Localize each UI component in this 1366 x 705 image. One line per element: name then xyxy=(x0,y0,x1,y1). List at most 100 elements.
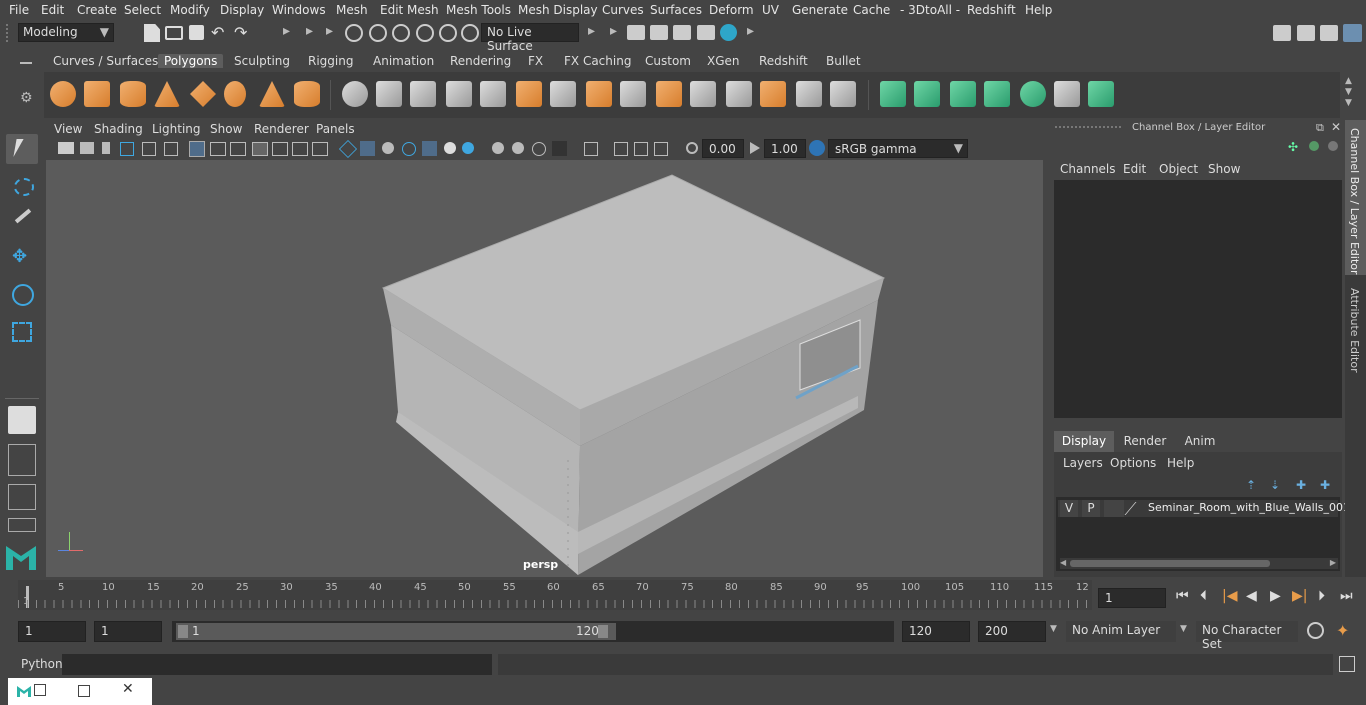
snap-curve-icon[interactable] xyxy=(369,24,387,42)
step-back-icon[interactable]: ⏴ xyxy=(1200,588,1207,604)
grease-pencil-icon[interactable] xyxy=(142,142,156,156)
2d-pan-icon[interactable] xyxy=(164,142,178,156)
snap-grid-icon[interactable] xyxy=(345,24,363,42)
playback-end-field[interactable]: 120 xyxy=(902,621,970,642)
expand-icon[interactable]: ▸ xyxy=(326,23,333,39)
menu-deform[interactable]: Deform xyxy=(709,3,754,17)
tool-settings-icon[interactable] xyxy=(1320,25,1338,41)
snap-surface-icon[interactable] xyxy=(439,24,457,42)
menu-surfaces[interactable]: Surfaces xyxy=(650,3,702,17)
checker-icon[interactable] xyxy=(1054,81,1080,107)
vp-menu-view[interactable]: View xyxy=(54,122,82,136)
vp-menu-renderer[interactable]: Renderer xyxy=(254,122,309,136)
tab-polygons[interactable]: Polygons xyxy=(158,54,224,68)
channel-box-toggle-icon[interactable] xyxy=(1343,24,1362,42)
extrude-icon[interactable] xyxy=(516,81,542,107)
shelf-scroll-icon[interactable]: ▲ ▼ ▼ xyxy=(1345,76,1352,109)
smooth-icon[interactable] xyxy=(446,81,472,107)
side-tab-attribute-editor[interactable]: Attribute Editor xyxy=(1345,280,1366,380)
save-scene-icon[interactable] xyxy=(189,25,204,40)
layout-outliner-icon[interactable] xyxy=(8,518,36,532)
vp-menu-lighting[interactable]: Lighting xyxy=(152,122,201,136)
menu-3dtoall[interactable]: - 3DtoAll - xyxy=(900,3,960,17)
tab-redshift[interactable]: Redshift xyxy=(759,54,808,68)
menu-mesh-display[interactable]: Mesh Display xyxy=(518,3,598,17)
render-settings-icon[interactable] xyxy=(697,25,715,40)
duplicate-face-icon[interactable] xyxy=(830,81,856,107)
open-scene-icon[interactable] xyxy=(165,26,183,40)
menu-modify[interactable]: Modify xyxy=(170,3,210,17)
script-language-label[interactable]: Python xyxy=(21,657,63,671)
move-tool-icon[interactable]: ✥ xyxy=(6,244,38,274)
mode-dropdown[interactable]: Modeling ▼ xyxy=(18,23,114,42)
rotate-tool-icon[interactable] xyxy=(6,280,38,310)
unfold-icon[interactable] xyxy=(1020,81,1046,107)
layer-menu-options[interactable]: Options xyxy=(1110,456,1156,470)
colorspace-dropdown[interactable]: sRGB gamma ▼ xyxy=(828,139,968,158)
range-start-handle[interactable] xyxy=(178,625,188,638)
viewport-canvas[interactable]: persp xyxy=(46,160,1043,577)
xray-joints-icon[interactable] xyxy=(532,142,546,156)
snap-live-icon[interactable] xyxy=(461,24,479,42)
poly-torus-icon[interactable] xyxy=(224,81,246,107)
modeling-toolkit-icon[interactable] xyxy=(1273,25,1291,41)
menu-file[interactable]: File xyxy=(9,3,29,17)
insert-edge-loop-icon[interactable] xyxy=(620,81,646,107)
cb-menu-object[interactable]: Object xyxy=(1159,162,1198,176)
cb-menu-edit[interactable]: Edit xyxy=(1123,162,1146,176)
mirror-icon[interactable] xyxy=(410,81,436,107)
spherical-map-icon[interactable] xyxy=(950,81,976,107)
planar-map-icon[interactable] xyxy=(880,81,906,107)
menu-windows[interactable]: Windows xyxy=(272,3,326,17)
tab-anim[interactable]: Anim xyxy=(1175,431,1225,452)
redo-icon[interactable]: ↷ xyxy=(234,23,247,42)
uv-editor-icon[interactable] xyxy=(1088,81,1114,107)
command-input[interactable] xyxy=(62,654,492,675)
vp-menu-show[interactable]: Show xyxy=(210,122,242,136)
expand-icon[interactable]: ▸ xyxy=(747,23,754,39)
anti-alias-icon[interactable] xyxy=(654,142,668,156)
ssao-icon[interactable] xyxy=(614,142,628,156)
vp-menu-shading[interactable]: Shading xyxy=(94,122,143,136)
chevron-down-icon[interactable]: ▼ xyxy=(1050,624,1057,634)
wireframe-icon[interactable] xyxy=(338,139,358,159)
textured-icon[interactable] xyxy=(422,141,437,156)
menu-curves[interactable]: Curves xyxy=(602,3,644,17)
layer-name[interactable]: Seminar_Room_with_Blue_Walls_001_ xyxy=(1148,501,1356,514)
multi-cut-icon[interactable] xyxy=(550,81,576,107)
menu-edit-mesh[interactable]: Edit Mesh xyxy=(380,3,439,17)
xray-icon[interactable] xyxy=(512,142,524,154)
camera-attr-icon[interactable] xyxy=(80,142,94,154)
grid-icon[interactable] xyxy=(189,141,205,157)
bevel-icon[interactable] xyxy=(656,81,682,107)
tab-render[interactable]: Render xyxy=(1117,431,1173,452)
range-bar[interactable] xyxy=(176,623,616,640)
menu-select[interactable]: Select xyxy=(124,3,161,17)
live-surface-field[interactable]: No Live Surface xyxy=(481,23,579,53)
move-layer-down-icon[interactable]: ⇣ xyxy=(1270,478,1280,492)
move-layer-up-icon[interactable]: ⇡ xyxy=(1246,478,1256,492)
play-forward-icon[interactable]: ▶ xyxy=(1270,588,1281,604)
layer-color-icon[interactable] xyxy=(1124,502,1151,515)
layer-menu-help[interactable]: Help xyxy=(1167,456,1194,470)
new-layer-icon[interactable]: ✚ xyxy=(1296,478,1306,492)
layout-single-icon[interactable] xyxy=(8,406,36,434)
bevel-cube-icon[interactable] xyxy=(480,81,506,107)
field-chart-icon[interactable] xyxy=(272,142,288,156)
expand-icon[interactable]: ▸ xyxy=(610,23,617,39)
tab-custom[interactable]: Custom xyxy=(645,54,691,68)
gate-mask-icon[interactable] xyxy=(252,142,268,156)
combine-icon[interactable] xyxy=(342,81,368,107)
menu-generate[interactable]: Generate xyxy=(792,3,848,17)
speed-icon[interactable] xyxy=(1328,141,1338,151)
poly-cube-icon[interactable] xyxy=(84,81,110,107)
tab-display[interactable]: Display xyxy=(1054,431,1114,452)
animation-prefs-icon[interactable]: ✦ xyxy=(1336,621,1349,640)
tab-bullet[interactable]: Bullet xyxy=(826,54,861,68)
poly-sphere-icon[interactable] xyxy=(50,81,76,107)
isolate-icon[interactable] xyxy=(492,142,504,154)
snap-projected-icon[interactable] xyxy=(416,24,434,42)
layer-display-type[interactable] xyxy=(1104,500,1124,517)
exposure-field[interactable]: 0.00 xyxy=(702,139,744,158)
next-key-icon[interactable]: ▶| xyxy=(1292,588,1307,604)
